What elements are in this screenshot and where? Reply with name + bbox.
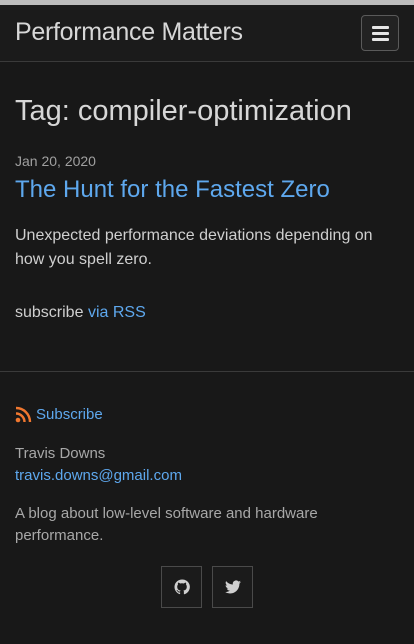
rss-icon: [15, 406, 32, 423]
rss-link[interactable]: via RSS: [88, 304, 146, 321]
twitter-icon: [224, 580, 241, 594]
twitter-button[interactable]: [212, 566, 253, 608]
page-title: Tag: compiler-optimization: [15, 95, 352, 127]
subscribe-rss-line: subscribe via RSS: [15, 304, 146, 322]
author-name: Travis Downs: [15, 445, 106, 462]
subscribe-text: subscribe: [15, 304, 84, 321]
hamburger-icon-bar: [371, 31, 389, 35]
blog-description: A blog about low-level software and hard…: [15, 505, 318, 544]
hamburger-icon: [371, 25, 389, 29]
post-date: Jan 20, 2020: [15, 153, 96, 169]
site-header: Performance Matters: [0, 5, 414, 62]
github-icon: [173, 579, 190, 595]
post-title-link[interactable]: The Hunt for the Fastest Zero: [15, 176, 330, 204]
github-button[interactable]: [161, 566, 202, 608]
author-email-link[interactable]: travis.downs@gmail.com: [15, 467, 182, 484]
footer-subscribe-link[interactable]: Subscribe: [15, 406, 103, 423]
footer-divider: [0, 371, 414, 372]
post-excerpt: Unexpected performance deviations depend…: [15, 227, 373, 268]
subscribe-label: Subscribe: [36, 406, 103, 423]
hamburger-icon-bar: [371, 37, 389, 41]
site-title[interactable]: Performance Matters: [15, 18, 243, 47]
menu-toggle-button[interactable]: [361, 15, 399, 51]
